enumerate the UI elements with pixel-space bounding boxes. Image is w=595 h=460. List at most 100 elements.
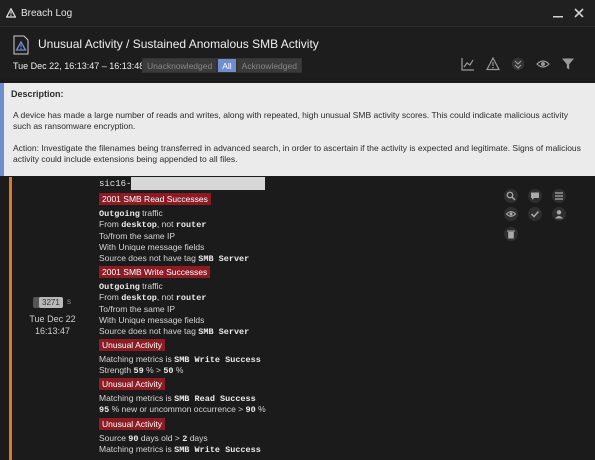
window-titlebar: Breach Log — [0, 0, 595, 27]
condition-text: Source does not have tag — [99, 253, 199, 264]
search-button[interactable] — [504, 189, 518, 203]
redacted-hostname — [131, 177, 265, 190]
breach-title: Unusual Activity / Sustained Anomalous S… — [38, 37, 319, 51]
alert-document-icon — [13, 35, 29, 55]
comment-icon — [531, 192, 539, 200]
device-id: 3271 — [39, 297, 63, 308]
condition-value: SMB Write Success — [174, 355, 261, 365]
condition-text: Matching metrics is — [99, 444, 175, 455]
condition-text: To/from the same IP — [99, 303, 176, 314]
trash-icon — [507, 230, 515, 239]
condition-text: From — [99, 219, 122, 230]
device-chip[interactable]: 3271 — [33, 297, 63, 308]
close-button[interactable] — [573, 7, 585, 19]
eye-icon[interactable] — [536, 57, 550, 71]
action-text: Action: Investigate the filenames being … — [13, 143, 581, 164]
collapse-icon[interactable] — [511, 57, 525, 71]
date-range: Tue Dec 22, 16:13:47 – 16:13:48 — [13, 61, 145, 71]
condition-value: 50 — [163, 366, 174, 377]
condition-text: days old > — [138, 433, 183, 443]
breach-condition-line: 95 % new or uncommon occurrence > 90 % — [99, 404, 266, 415]
warning-icon[interactable] — [486, 57, 500, 71]
eye-icon — [506, 211, 516, 217]
condition-text: % — [255, 404, 266, 415]
condition-value: router — [175, 220, 207, 231]
filter-unacknowledged[interactable]: Unacknowledged — [142, 58, 218, 73]
breach-badge[interactable]: 2001 SMB Write Successes — [99, 266, 211, 278]
event-accent-bar — [9, 177, 12, 460]
filter-acknowledged[interactable]: Acknowledged — [236, 58, 302, 73]
condition-value: 59 — [133, 366, 144, 377]
condition-text: Strength — [99, 365, 134, 376]
filter-icon[interactable] — [561, 57, 575, 71]
condition-value: SMB Server — [198, 254, 250, 265]
device-hostname[interactable]: sic16- — [99, 179, 131, 189]
list-button[interactable] — [552, 189, 566, 203]
breach-badge[interactable]: Unusual Activity — [99, 378, 165, 390]
condition-value: desktop — [121, 293, 157, 304]
condition-text: traffic — [139, 281, 163, 291]
event-time: 16:13:47 — [34, 326, 71, 336]
condition-text: Matching metrics is — [99, 354, 175, 364]
breach-condition-line: To/from the same IP — [99, 304, 175, 314]
condition-text: With Unique message fields — [99, 241, 205, 252]
breach-condition-line: Outgoing traffic — [99, 281, 163, 292]
search-icon — [506, 191, 516, 201]
breach-condition-line: From desktop, not router — [99, 219, 206, 230]
chart-icon[interactable] — [461, 57, 475, 71]
delete-button[interactable] — [504, 227, 518, 241]
event-panel: sic16- 3271 s Tue Dec 22 16:13:47 2001 S… — [0, 177, 595, 460]
condition-value: 90 — [128, 434, 139, 444]
description-label: Description: — [11, 89, 64, 99]
acknowledge-filter: Unacknowledged All Acknowledged — [142, 58, 302, 73]
breach-header: Unusual Activity / Sustained Anomalous S… — [0, 27, 595, 79]
condition-text: % new or uncommon occurrence > — [109, 404, 246, 415]
comment-button[interactable] — [528, 189, 542, 203]
condition-value: SMB Server — [198, 327, 250, 338]
watch-button[interactable] — [504, 207, 518, 221]
description-accent-bar — [0, 83, 4, 176]
condition-value: desktop — [121, 220, 157, 231]
condition-text: Source — [99, 433, 129, 443]
breach-condition-line: With Unique message fields — [99, 315, 204, 325]
condition-text: days — [187, 433, 208, 443]
minimize-button[interactable] — [552, 7, 564, 19]
condition-text: To/from the same IP — [99, 230, 176, 241]
breach-condition-line: Source does not have tag SMB Server — [99, 253, 249, 264]
condition-text: From — [99, 292, 122, 303]
condition-value: SMB Read Success — [174, 394, 256, 404]
condition-text: Matching metrics is — [99, 393, 175, 403]
breach-badge[interactable]: 2001 SMB Read Successes — [99, 193, 211, 205]
user-button[interactable] — [552, 207, 566, 221]
condition-value: 90 — [245, 405, 256, 416]
condition-text: , not — [156, 219, 176, 230]
list-icon — [555, 192, 563, 200]
condition-text: Source does not have tag — [99, 326, 199, 337]
condition-text: traffic — [139, 208, 163, 218]
warning-icon — [6, 8, 16, 18]
breach-condition-line: Matching metrics is SMB Write Success — [99, 444, 261, 455]
condition-value: Outgoing — [99, 209, 140, 219]
breach-condition-line: Matching metrics is SMB Write Success — [99, 354, 261, 365]
condition-text: % > — [143, 365, 164, 376]
breach-badge[interactable]: Unusual Activity — [99, 418, 165, 430]
breach-badge[interactable]: Unusual Activity — [99, 339, 165, 351]
breach-condition-line: Strength 59 % > 50 % — [99, 365, 183, 376]
acknowledge-button[interactable] — [528, 207, 542, 221]
breach-condition-line: Source 90 days old > 2 days — [99, 433, 208, 444]
breach-condition-line: From desktop, not router — [99, 292, 206, 303]
filter-all[interactable]: All — [217, 58, 237, 73]
event-date: Tue Dec 22 — [29, 314, 76, 324]
condition-value: router — [175, 293, 207, 304]
breach-condition-line: With Unique message fields — [99, 242, 204, 252]
condition-value: 95 — [99, 405, 110, 416]
breach-condition-line: Outgoing traffic — [99, 208, 163, 219]
condition-text: % — [173, 365, 184, 376]
condition-value: Outgoing — [99, 282, 140, 292]
window-title: Breach Log — [21, 7, 73, 19]
condition-text: With Unique message fields — [99, 314, 205, 325]
check-icon — [530, 210, 540, 218]
description-panel: Description: A device has made a large n… — [0, 83, 595, 176]
description-text: A device has made a large number of read… — [13, 110, 568, 131]
breach-condition-line: To/from the same IP — [99, 231, 175, 241]
